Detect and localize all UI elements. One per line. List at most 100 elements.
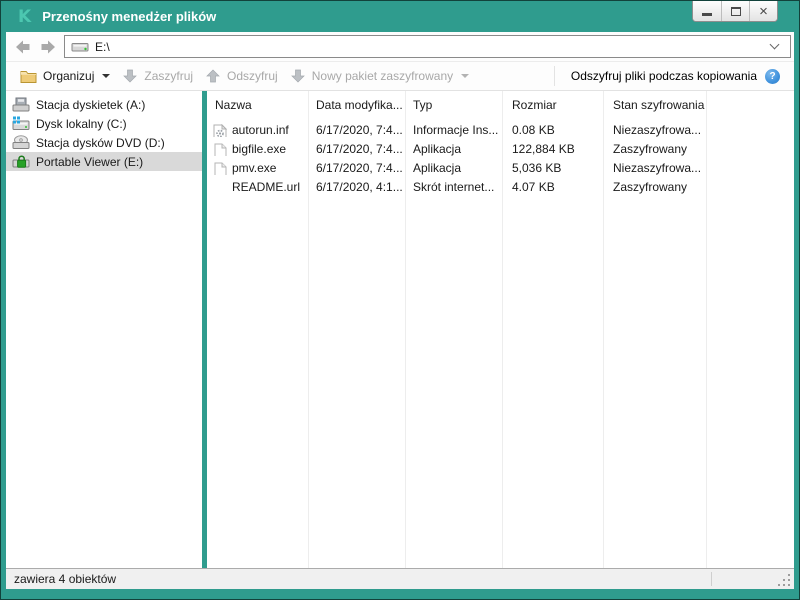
- file-row-bigfile[interactable]: bigfile.exe 6/17/2020, 7:4... Aplikacja …: [207, 139, 794, 158]
- file-encryption-cell: Niezaszyfrowa...: [603, 123, 706, 137]
- column-header-label: Nazwa: [215, 98, 252, 112]
- drive-label: Stacja dyskietek (A:): [36, 98, 145, 112]
- encrypt-button[interactable]: Zaszyfruj: [116, 64, 199, 88]
- file-name-cell: README.url: [207, 180, 308, 194]
- file-name: bigfile.exe: [232, 142, 286, 156]
- file-size-cell: 0.08 KB: [502, 123, 603, 137]
- maximize-icon: [731, 7, 741, 16]
- kaspersky-logo-icon: K: [18, 7, 30, 27]
- file-rows: autorun.inf 6/17/2020, 7:4... Informacje…: [207, 120, 794, 196]
- status-text: zawiera 4 obiektów: [14, 572, 116, 586]
- decrypt-button[interactable]: Odszyfruj: [199, 64, 284, 88]
- main-area: Stacja dyskietek (A:) Dysk lokalny (C:): [6, 91, 794, 568]
- sidebar-item-drive-e[interactable]: Portable Viewer (E:): [6, 152, 202, 171]
- resize-grip-icon[interactable]: [778, 574, 790, 586]
- local-disk-icon: [12, 116, 30, 131]
- toolbar-separator: [554, 66, 555, 86]
- navigation-bar: [6, 32, 794, 62]
- drive-label: Stacja dysków DVD (D:): [36, 136, 165, 150]
- file-row-readme[interactable]: README.url 6/17/2020, 4:1... Skrót inter…: [207, 177, 794, 196]
- arrow-down-icon: [122, 68, 138, 84]
- column-header-label: Stan szyfrowania: [613, 98, 704, 112]
- folder-icon: [20, 69, 37, 83]
- file-encryption-cell: Niezaszyfrowa...: [603, 161, 706, 175]
- back-button[interactable]: [12, 35, 35, 59]
- file-type-cell: Aplikacja: [405, 161, 502, 175]
- portable-file-manager-window: K Przenośny menedżer plików ×: [0, 0, 800, 600]
- sidebar-item-drive-c[interactable]: Dysk lokalny (C:): [6, 114, 202, 133]
- forward-button[interactable]: [35, 35, 58, 59]
- file-type-cell: Informacje Ins...: [405, 123, 502, 137]
- floppy-drive-icon: [12, 97, 30, 112]
- window-frame-bottom: [1, 589, 799, 599]
- column-header-type[interactable]: Typ: [405, 98, 502, 112]
- address-input[interactable]: [95, 40, 771, 54]
- drive-sidebar: Stacja dyskietek (A:) Dysk lokalny (C:): [6, 91, 202, 568]
- drive-label: Dysk lokalny (C:): [36, 117, 127, 131]
- column-header-name[interactable]: Nazwa: [207, 98, 308, 112]
- file-modified-cell: 6/17/2020, 7:4...: [308, 123, 405, 137]
- organize-button[interactable]: Organizuj: [14, 64, 116, 88]
- minimize-button[interactable]: [693, 1, 721, 21]
- file-row-autorun[interactable]: autorun.inf 6/17/2020, 7:4... Informacje…: [207, 120, 794, 139]
- file-name-cell: autorun.inf: [207, 123, 308, 137]
- status-bar: zawiera 4 obiektów: [6, 568, 794, 589]
- new-encrypted-package-button[interactable]: Nowy pakiet zaszyfrowany: [284, 64, 475, 88]
- file-icon: [212, 143, 228, 156]
- file-modified-cell: 6/17/2020, 7:4...: [308, 142, 405, 156]
- window-title: Przenośny menedżer plików: [42, 9, 216, 24]
- column-header-encryption[interactable]: Stan szyfrowania: [603, 98, 706, 112]
- close-icon: ×: [759, 4, 768, 19]
- status-separator: [711, 572, 712, 586]
- file-type-cell: Skrót internet...: [405, 180, 502, 194]
- file-name: README.url: [232, 180, 300, 194]
- file-type-cell: Aplikacja: [405, 142, 502, 156]
- sidebar-item-drive-a[interactable]: Stacja dyskietek (A:): [6, 95, 202, 114]
- file-modified-cell: 6/17/2020, 4:1...: [308, 180, 405, 194]
- address-dropdown-icon[interactable]: [770, 40, 780, 50]
- column-header-label: Typ: [413, 98, 432, 112]
- file-encryption-cell: Zaszyfrowany: [603, 142, 706, 156]
- setup-information-icon: [212, 124, 228, 137]
- decrypt-on-copy-label[interactable]: Odszyfruj pliki podczas kopiowania: [571, 69, 757, 83]
- file-modified-cell: 6/17/2020, 7:4...: [308, 161, 405, 175]
- title-bar[interactable]: K Przenośny menedżer plików ×: [1, 1, 799, 32]
- file-size-cell: 122,884 KB: [502, 142, 603, 156]
- file-size-cell: 4.07 KB: [502, 180, 603, 194]
- encrypt-label: Zaszyfruj: [144, 69, 193, 83]
- file-encryption-cell: Zaszyfrowany: [603, 180, 706, 194]
- forward-arrow-icon: [38, 39, 56, 55]
- arrow-up-icon: [205, 68, 221, 84]
- file-icon: [212, 162, 228, 175]
- drive-label: Portable Viewer (E:): [36, 155, 143, 169]
- file-row-pmv[interactable]: pmv.exe 6/17/2020, 7:4... Aplikacja 5,03…: [207, 158, 794, 177]
- arrow-down-icon: [290, 68, 306, 84]
- organize-label: Organizuj: [43, 69, 94, 83]
- drive-icon: [71, 41, 89, 53]
- column-header-label: Data modyfika...: [316, 98, 403, 112]
- column-header-size[interactable]: Rozmiar: [502, 98, 603, 112]
- window-controls: ×: [692, 1, 778, 22]
- new-encrypted-package-label: Nowy pakiet zaszyfrowany: [312, 69, 453, 83]
- decrypt-label: Odszyfruj: [227, 69, 278, 83]
- toolbar: Organizuj Zaszyfruj Odszyfruj Nowy pakie…: [6, 62, 794, 91]
- file-name-cell: pmv.exe: [207, 161, 308, 175]
- help-icon[interactable]: ?: [765, 69, 780, 84]
- file-name-cell: bigfile.exe: [207, 142, 308, 156]
- file-size-cell: 5,036 KB: [502, 161, 603, 175]
- address-bar[interactable]: [64, 35, 791, 58]
- file-name: autorun.inf: [232, 123, 289, 137]
- column-header-modified[interactable]: Data modyfika...: [308, 98, 405, 112]
- dvd-drive-icon: [12, 135, 30, 150]
- maximize-button[interactable]: [721, 1, 749, 21]
- encrypted-drive-icon: [12, 154, 30, 169]
- back-arrow-icon: [15, 39, 33, 55]
- close-button[interactable]: ×: [749, 1, 777, 21]
- new-package-dropdown-icon: [461, 74, 469, 78]
- column-header-label: Rozmiar: [512, 98, 557, 112]
- sidebar-item-drive-d[interactable]: Stacja dysków DVD (D:): [6, 133, 202, 152]
- organize-dropdown-icon: [102, 74, 110, 78]
- minimize-icon: [702, 13, 712, 16]
- list-header: Nazwa Data modyfika... Typ Rozmiar Stan …: [207, 91, 794, 115]
- file-name: pmv.exe: [232, 161, 276, 175]
